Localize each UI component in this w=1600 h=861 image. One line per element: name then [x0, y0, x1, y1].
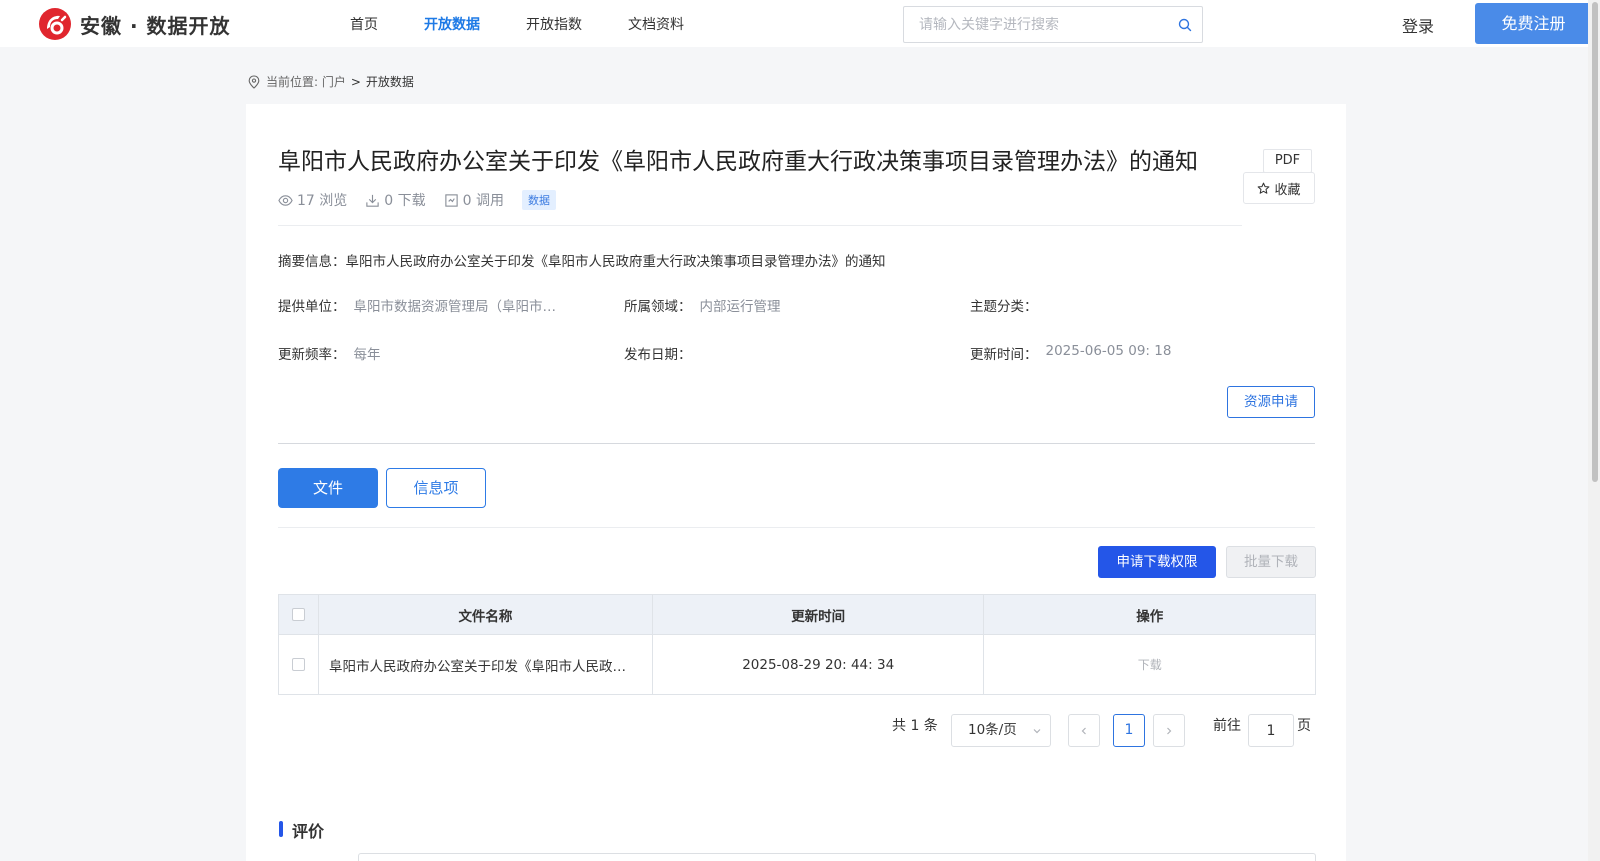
page-number-current[interactable]: 1: [1113, 714, 1145, 747]
download-count-text: 0 下载: [384, 193, 426, 209]
section-accent-bar: [279, 821, 283, 837]
page-size-select[interactable]: 10条/页: [951, 714, 1051, 747]
updated-time-value: 2025-06-05 09: 18: [1045, 343, 1172, 359]
chevron-down-icon: [1033, 729, 1041, 734]
action-cell: 下载: [983, 634, 1316, 695]
file-table: 文件名称 更新时间 操作 阜阳市人民政府办公室关于印发《阜阳市人民政府重大行政决…: [278, 594, 1316, 695]
call-count: 0 调用: [444, 190, 504, 210]
breadcrumb-separator: >: [350, 74, 361, 89]
batch-download-button: 批量下载: [1226, 546, 1316, 578]
login-link[interactable]: 登录: [1402, 13, 1434, 37]
main-nav: 首页 开放数据 开放指数 文档资料: [350, 0, 730, 47]
breadcrumb-prefix[interactable]: 当前位置: 门户: [266, 73, 346, 90]
domain-label: 所属领域：: [624, 299, 692, 315]
view-count: 17 浏览: [278, 190, 347, 210]
chevron-right-icon: [1167, 727, 1172, 734]
total-count: 共 1 条: [892, 718, 938, 734]
search-input[interactable]: [904, 7, 1154, 42]
provider-label: 提供单位：: [278, 299, 346, 315]
chevron-left-icon: [1081, 727, 1086, 734]
frequency-field: 更新频率： 每年: [278, 343, 381, 363]
summary-text: 摘要信息：阜阳市人民政府办公室关于印发《阜阳市人民政府重大行政决策事项目录管理办…: [278, 254, 886, 270]
nav-open-index[interactable]: 开放指数: [526, 0, 582, 47]
star-icon: [1258, 182, 1270, 194]
download-link[interactable]: 下载: [1138, 658, 1162, 672]
api-call-icon: [444, 193, 458, 207]
header-file-name: 文件名称: [317, 594, 653, 635]
publish-date-field: 发布日期：: [624, 343, 700, 363]
logo-text: 安徽 · 数据开放: [80, 13, 231, 38]
divider: [278, 225, 1242, 226]
frequency-label: 更新频率：: [278, 347, 346, 363]
stats-row: 17 浏览 0 下载 0 调用 数据: [278, 190, 556, 210]
updated-time-label: 更新时间：: [970, 347, 1038, 363]
updated-time-field: 更新时间： 2025-06-05 09: 18: [970, 343, 1171, 363]
next-page-button[interactable]: [1153, 714, 1185, 747]
table-row: 阜阳市人民政府办公室关于印发《阜阳市人民政府重大行政决策事项目录管理办法》的通知…: [278, 634, 1316, 695]
site-logo[interactable]: 安徽 · 数据开放: [38, 6, 231, 42]
location-pin-icon: [248, 74, 260, 89]
favorite-button[interactable]: 收藏: [1243, 172, 1315, 204]
evaluation-title: 评价: [292, 822, 325, 841]
select-all-checkbox[interactable]: [291, 608, 305, 621]
nav-open-data[interactable]: 开放数据: [424, 0, 480, 47]
header-updated-time: 更新时间: [651, 594, 985, 635]
breadcrumb: 当前位置: 门户 > 开放数据: [248, 73, 414, 90]
breadcrumb-current: 开放数据: [365, 75, 414, 89]
topic-field: 主题分类：: [970, 295, 1046, 315]
view-count-text: 17 浏览: [297, 193, 348, 209]
register-button[interactable]: 免费注册: [1475, 3, 1592, 44]
table-header-row: 文件名称 更新时间 操作: [278, 594, 1316, 635]
call-count-text: 0 调用: [462, 193, 504, 209]
type-tag: 数据: [521, 190, 556, 210]
provider-value: 阜阳市数据资源管理局（阜阳市人民政府办公室）: [353, 299, 566, 315]
row-checkbox[interactable]: [291, 658, 305, 671]
eye-icon: [278, 194, 293, 206]
nav-documents[interactable]: 文档资料: [628, 0, 684, 47]
updated-time-cell: 2025-08-29 20: 44: 34: [651, 634, 985, 695]
tab-files[interactable]: 文件: [278, 468, 378, 508]
top-header: 安徽 · 数据开放 首页 开放数据 开放指数 文档资料 登录 免费注册: [0, 0, 1600, 47]
header-action: 操作: [983, 594, 1316, 635]
download-icon: [366, 194, 379, 207]
page-title: 阜阳市人民政府办公室关于印发《阜阳市人民政府重大行政决策事项目录管理办法》的通知: [278, 149, 1198, 175]
divider: [278, 443, 1315, 444]
domain-value: 内部运行管理: [699, 299, 781, 315]
tab-info-items[interactable]: 信息项: [386, 468, 486, 508]
goto-page-input[interactable]: [1248, 714, 1294, 747]
goto-label: 前往: [1213, 718, 1241, 734]
favorite-label: 收藏: [1274, 182, 1301, 198]
frequency-value: 每年: [353, 347, 381, 363]
provider-field: 提供单位： 阜阳市数据资源管理局（阜阳市人民政府办公室）: [278, 295, 566, 315]
scrollbar-thumb[interactable]: [1592, 2, 1598, 482]
select-all-cell: [278, 594, 319, 635]
search-box: [903, 6, 1203, 43]
publish-date-label: 发布日期：: [624, 347, 692, 363]
nav-home[interactable]: 首页: [350, 0, 378, 47]
download-count: 0 下载: [365, 190, 426, 210]
page-size-value: 10条/页: [968, 722, 1017, 738]
domain-field: 所属领域： 内部运行管理: [624, 295, 781, 315]
page-suffix: 页: [1297, 718, 1311, 734]
format-tag: PDF: [1263, 149, 1312, 173]
resource-apply-button[interactable]: 资源申请: [1227, 386, 1315, 418]
request-download-button[interactable]: 申请下载权限: [1098, 546, 1216, 578]
file-name-cell: 阜阳市人民政府办公室关于印发《阜阳市人民政府重大行政决策事项目录管理办法》的通知: [317, 634, 653, 695]
topic-label: 主题分类：: [970, 299, 1038, 315]
divider: [278, 527, 1315, 528]
prev-page-button[interactable]: [1068, 714, 1100, 747]
row-select-cell: [278, 634, 319, 695]
logo-icon: [39, 8, 71, 40]
search-icon[interactable]: [1178, 18, 1192, 32]
file-name: 阜阳市人民政府办公室关于印发《阜阳市人民政府重大行政决策事项目录管理办法》的通知: [328, 658, 639, 675]
evaluation-box[interactable]: [358, 853, 1316, 861]
